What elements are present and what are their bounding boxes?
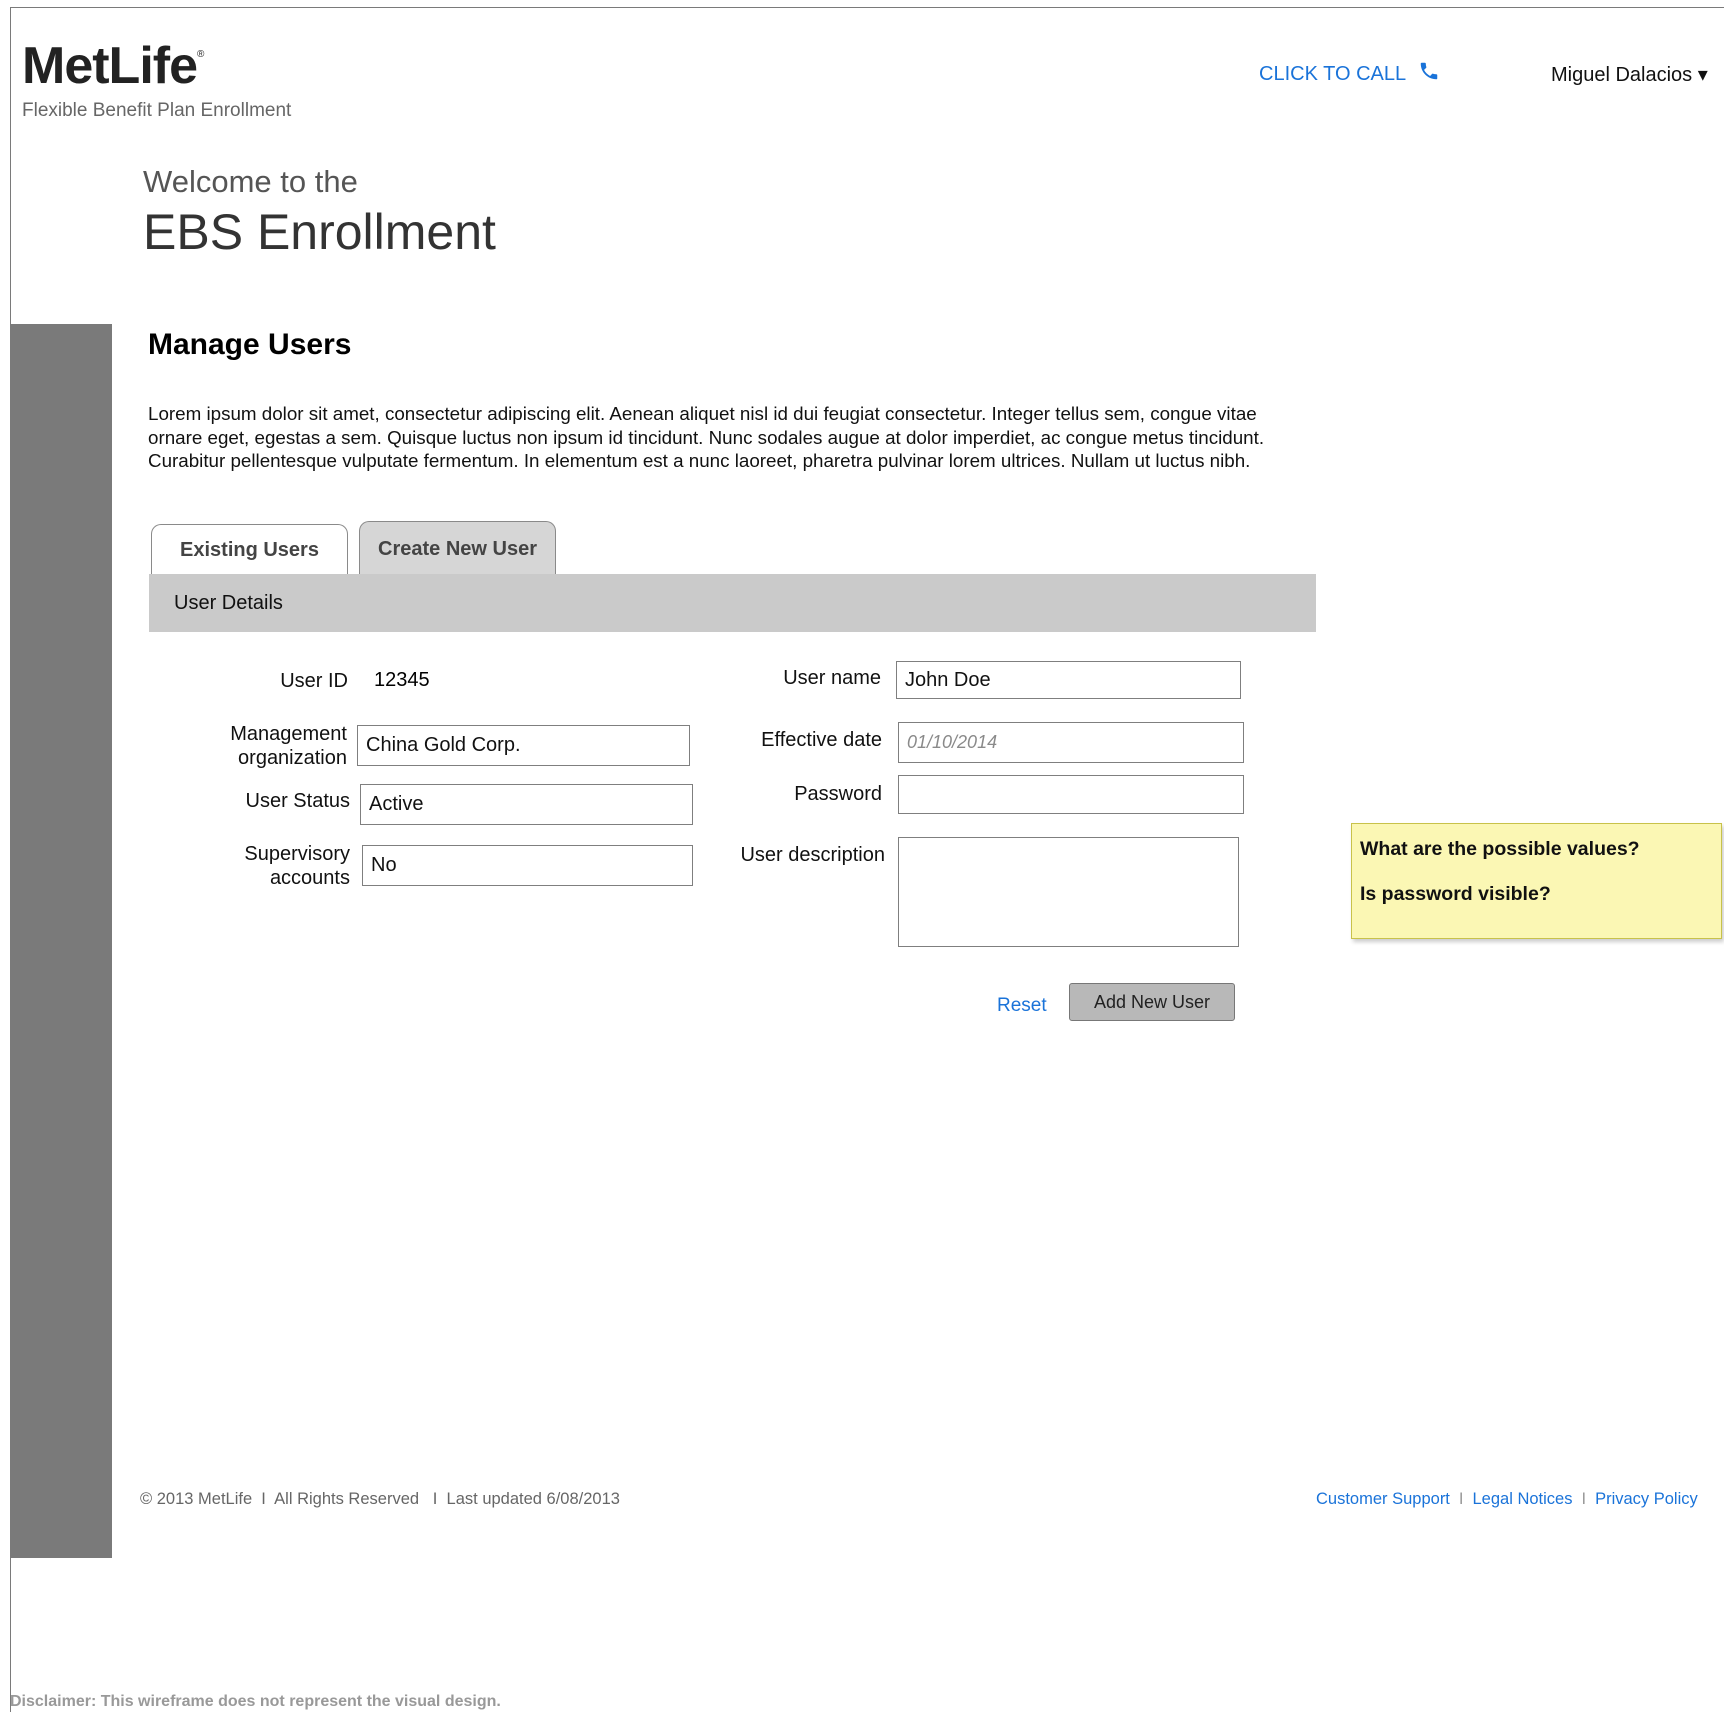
user-name-label: User name (783, 667, 881, 689)
note-question-password: Is password visible? (1360, 883, 1551, 905)
user-id-label: User ID (280, 670, 348, 692)
user-status-select[interactable]: Active (360, 784, 693, 825)
footer-separator: I (1458, 1490, 1464, 1508)
user-status-label: User Status (245, 790, 350, 812)
effective-date-label: Effective date (761, 729, 882, 751)
user-id-value: 12345 (374, 669, 430, 691)
reset-link[interactable]: Reset (997, 995, 1047, 1017)
privacy-policy-link[interactable]: Privacy Policy (1595, 1490, 1698, 1509)
wireframe-disclaimer: Disclaimer: This wireframe does not repr… (10, 1693, 501, 1710)
click-to-call-label: CLICK TO CALL (1259, 62, 1407, 85)
left-sidebar (10, 324, 112, 1558)
management-organization-label: Management organization (230, 723, 347, 769)
footer-separator: I (1581, 1490, 1587, 1508)
page-title: Manage Users (148, 328, 352, 361)
welcome-line: Welcome to the (143, 164, 358, 199)
app-title: EBS Enrollment (143, 204, 496, 260)
phone-icon (1418, 60, 1440, 88)
annotation-note: What are the possible values? Is passwor… (1351, 823, 1722, 939)
user-menu[interactable]: Miguel Dalacios ▾ (1551, 62, 1708, 87)
section-title: User Details (174, 592, 283, 614)
user-details-header: User Details (149, 574, 1316, 632)
supervisory-accounts-select[interactable]: No (362, 845, 693, 886)
password-label: Password (794, 783, 882, 805)
management-organization-field[interactable]: China Gold Corp. (357, 725, 690, 766)
footer-copyright: © 2013 MetLife I All Rights Reserved I L… (140, 1490, 620, 1508)
tab-create-new-user[interactable]: Create New User (359, 521, 556, 576)
app-subtitle: Flexible Benefit Plan Enrollment (22, 100, 292, 121)
password-field[interactable] (898, 775, 1244, 814)
user-name-field[interactable]: John Doe (896, 661, 1241, 699)
supervisory-accounts-label: Supervisory accounts (244, 843, 350, 889)
add-new-user-button[interactable]: Add New User (1069, 983, 1235, 1021)
user-description-label: User description (740, 844, 885, 866)
effective-date-field[interactable]: 01/10/2014 (898, 722, 1244, 763)
note-question-values: What are the possible values? (1360, 838, 1640, 860)
tab-existing-users[interactable]: Existing Users (151, 524, 348, 576)
footer-links: Customer Support I Legal Notices I Priva… (1316, 1490, 1698, 1509)
metlife-logo: MetLife® (22, 37, 204, 95)
legal-notices-link[interactable]: Legal Notices (1473, 1490, 1573, 1509)
click-to-call-link[interactable]: CLICK TO CALL (1259, 60, 1440, 88)
user-description-textarea[interactable] (898, 837, 1239, 947)
page-description: Lorem ipsum dolor sit amet, consectetur … (148, 403, 1265, 471)
customer-support-link[interactable]: Customer Support (1316, 1490, 1450, 1509)
